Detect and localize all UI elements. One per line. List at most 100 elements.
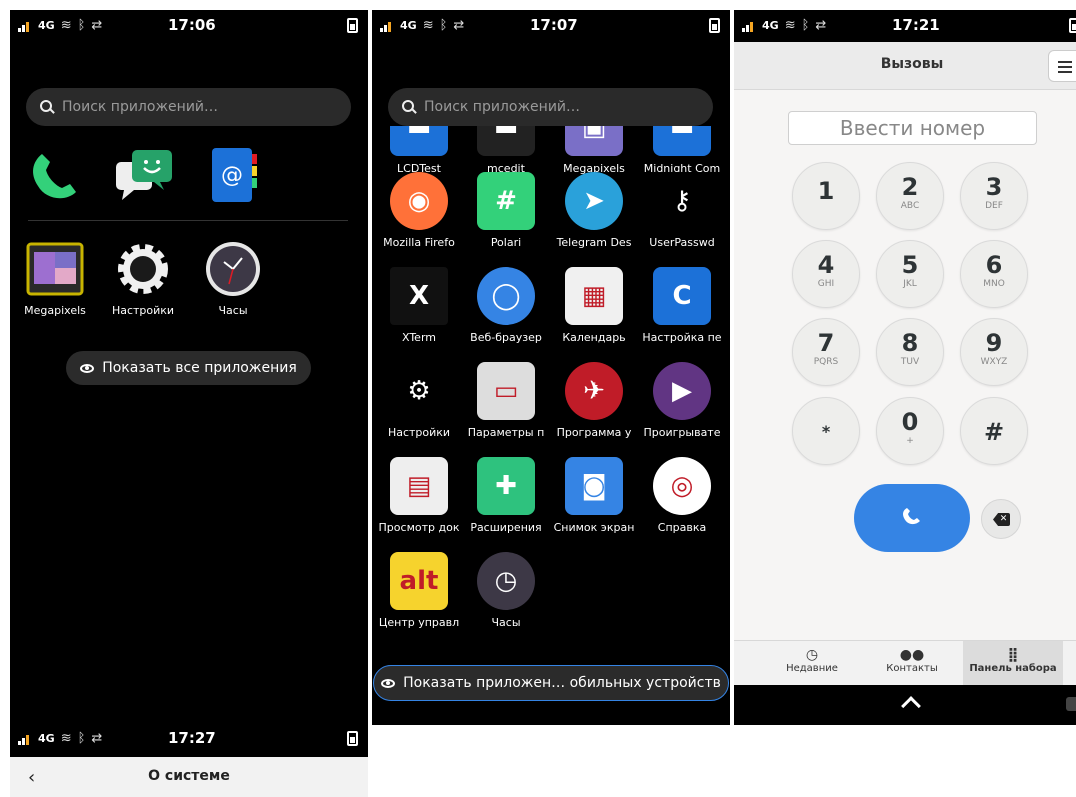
printer-icon: ▭ (477, 362, 535, 420)
app-label: Центр управл (378, 616, 460, 629)
wifi-off-icon: ≋ (60, 18, 72, 33)
show-all-label: Показать все приложения (102, 360, 297, 376)
app-tile[interactable]: ▤ Просмотр док (376, 457, 462, 534)
app-settings[interactable]: Настройки (100, 240, 186, 317)
xterm-icon: X (390, 267, 448, 325)
app-tile[interactable]: ✈ Программа у (551, 362, 637, 439)
vpn-off-icon: ⇄ (815, 18, 827, 33)
dial-key[interactable]: # (960, 397, 1028, 465)
bluetooth-off-icon: ᛒ (77, 731, 86, 746)
dial-key[interactable]: 3 DEF (960, 162, 1028, 230)
app-tile[interactable]: ➤ Telegram Des (551, 172, 637, 249)
show-mobile-apps-button[interactable]: Показать приложен… обильных устройств (373, 665, 729, 701)
screenshot-icon: ◙ (565, 457, 623, 515)
document-viewer-icon: ▤ (390, 457, 448, 515)
signal-icon (742, 20, 756, 32)
app-tile[interactable]: X XTerm (376, 267, 462, 344)
app-label: Снимок экран (553, 521, 635, 534)
clock-time: 17:27 (168, 729, 216, 747)
keyboard-icon[interactable] (1066, 697, 1076, 711)
app-tile[interactable]: ◎ Справка (639, 457, 725, 534)
navigation-bar (734, 685, 1076, 725)
app-tile[interactable]: ◙ Снимок экран (551, 457, 637, 534)
app-tile[interactable]: ✚ Расширения (463, 457, 549, 534)
app-label: Расширения (470, 521, 542, 534)
app-tile[interactable]: ▬ Midnight Com (639, 126, 725, 175)
dial-key[interactable]: 0 + (876, 397, 944, 465)
app-clock[interactable]: Часы (190, 240, 276, 317)
app-tile[interactable]: ▬ LCDTest (376, 126, 462, 175)
app-search-input[interactable]: Поиск приложений… (26, 88, 351, 126)
phone-number-input[interactable]: Ввести номер (788, 111, 1037, 145)
key-digit: # (983, 418, 1005, 446)
app-tile[interactable]: ▣ Megapixels (551, 126, 637, 175)
dial-key[interactable]: * (792, 397, 860, 465)
show-all-apps-button[interactable]: Показать все приложения (66, 351, 311, 385)
backspace-button[interactable]: ✕ (981, 499, 1021, 539)
tab-recent[interactable]: ◷ Недавние (754, 641, 870, 686)
polari-icon: # (477, 172, 535, 230)
app-tile[interactable]: ▶ Проигрывате (639, 362, 725, 439)
favorite-contacts[interactable]: @ (208, 146, 260, 204)
app-tile[interactable]: ▭ Параметры п (463, 362, 549, 439)
control-icon: C (653, 267, 711, 325)
app-tile[interactable]: ⚷ UserPasswd (639, 172, 725, 249)
app-tile[interactable]: ⚙ Настройки (376, 362, 462, 439)
favorite-chat[interactable] (114, 146, 174, 204)
app-tile[interactable]: ▦ Календарь (551, 267, 637, 344)
dial-key[interactable]: 8 TUV (876, 318, 944, 386)
app-megapixels[interactable]: Megapixels (12, 240, 98, 317)
tab-dialpad[interactable]: ⣿ Панель набора (963, 641, 1063, 686)
keys-icon: ⚷ (653, 172, 711, 230)
app-tile[interactable]: ▬ mcedit (463, 126, 549, 175)
dial-key[interactable]: 4 GHI (792, 240, 860, 308)
dial-key[interactable]: 9 WXYZ (960, 318, 1028, 386)
app-search-input[interactable]: Поиск приложений… (388, 88, 713, 126)
bluetooth-icon: ᛒ (439, 18, 448, 33)
app-tile[interactable]: C Настройка пе (639, 267, 725, 344)
status-bar-bottom: 4G ≋ ᛒ ⇄ 17:27 (10, 723, 368, 755)
app-tile[interactable]: ◯ Веб-браузер (463, 267, 549, 344)
dial-key[interactable]: 1 (792, 162, 860, 230)
key-letters: + (906, 436, 914, 446)
network-type: 4G (400, 19, 417, 32)
calls-title: Вызовы (880, 56, 944, 72)
calls-header-bar: Вызовы (734, 42, 1076, 90)
number-placeholder: Ввести номер (839, 116, 986, 140)
key-letters: GHI (817, 279, 835, 289)
dial-key[interactable]: 6 MNO (960, 240, 1028, 308)
battery-icon (1069, 18, 1076, 33)
vpn-off-icon: ⇄ (453, 18, 465, 33)
app-label: Mozilla Firefo (383, 236, 455, 249)
midnight-commander-icon: ▬ (653, 126, 711, 156)
dial-key[interactable]: 5 JKL (876, 240, 944, 308)
signal-icon (18, 20, 32, 32)
wifi-off-icon: ≋ (422, 18, 434, 33)
clock-time: 17:06 (168, 16, 216, 34)
key-letters: JKL (903, 279, 917, 289)
app-tile[interactable]: # Polari (463, 172, 549, 249)
tab-contacts[interactable]: ●● Контакты (854, 641, 970, 686)
chevron-up-icon[interactable] (901, 696, 921, 716)
dial-key[interactable]: 2 ABC (876, 162, 944, 230)
key-letters: TUV (900, 357, 920, 367)
app-label: Настройка пе (642, 331, 722, 344)
key-digit: 6 (985, 251, 1003, 279)
call-button[interactable] (854, 484, 970, 552)
menu-button[interactable] (1048, 50, 1076, 82)
app-tile[interactable]: ◉ Mozilla Firefo (376, 172, 462, 249)
app-label: UserPasswd (649, 236, 715, 249)
app-tile[interactable]: ◷ Часы (463, 552, 549, 629)
key-letters: MNO (983, 279, 1005, 289)
app-label: Часы (491, 616, 521, 629)
app-tile[interactable]: alt Центр управл (376, 552, 462, 629)
settings-gear-icon (114, 240, 172, 298)
recent-clock-icon: ◷ (805, 647, 819, 663)
favorite-phone[interactable] (26, 146, 84, 204)
key-letters: WXYZ (980, 357, 1008, 367)
clock-icon: ◷ (477, 552, 535, 610)
dial-key[interactable]: 7 PQRS (792, 318, 860, 386)
chat-icon (116, 150, 172, 200)
clock-time: 17:07 (530, 16, 578, 34)
app-label: Веб-браузер (470, 331, 542, 344)
